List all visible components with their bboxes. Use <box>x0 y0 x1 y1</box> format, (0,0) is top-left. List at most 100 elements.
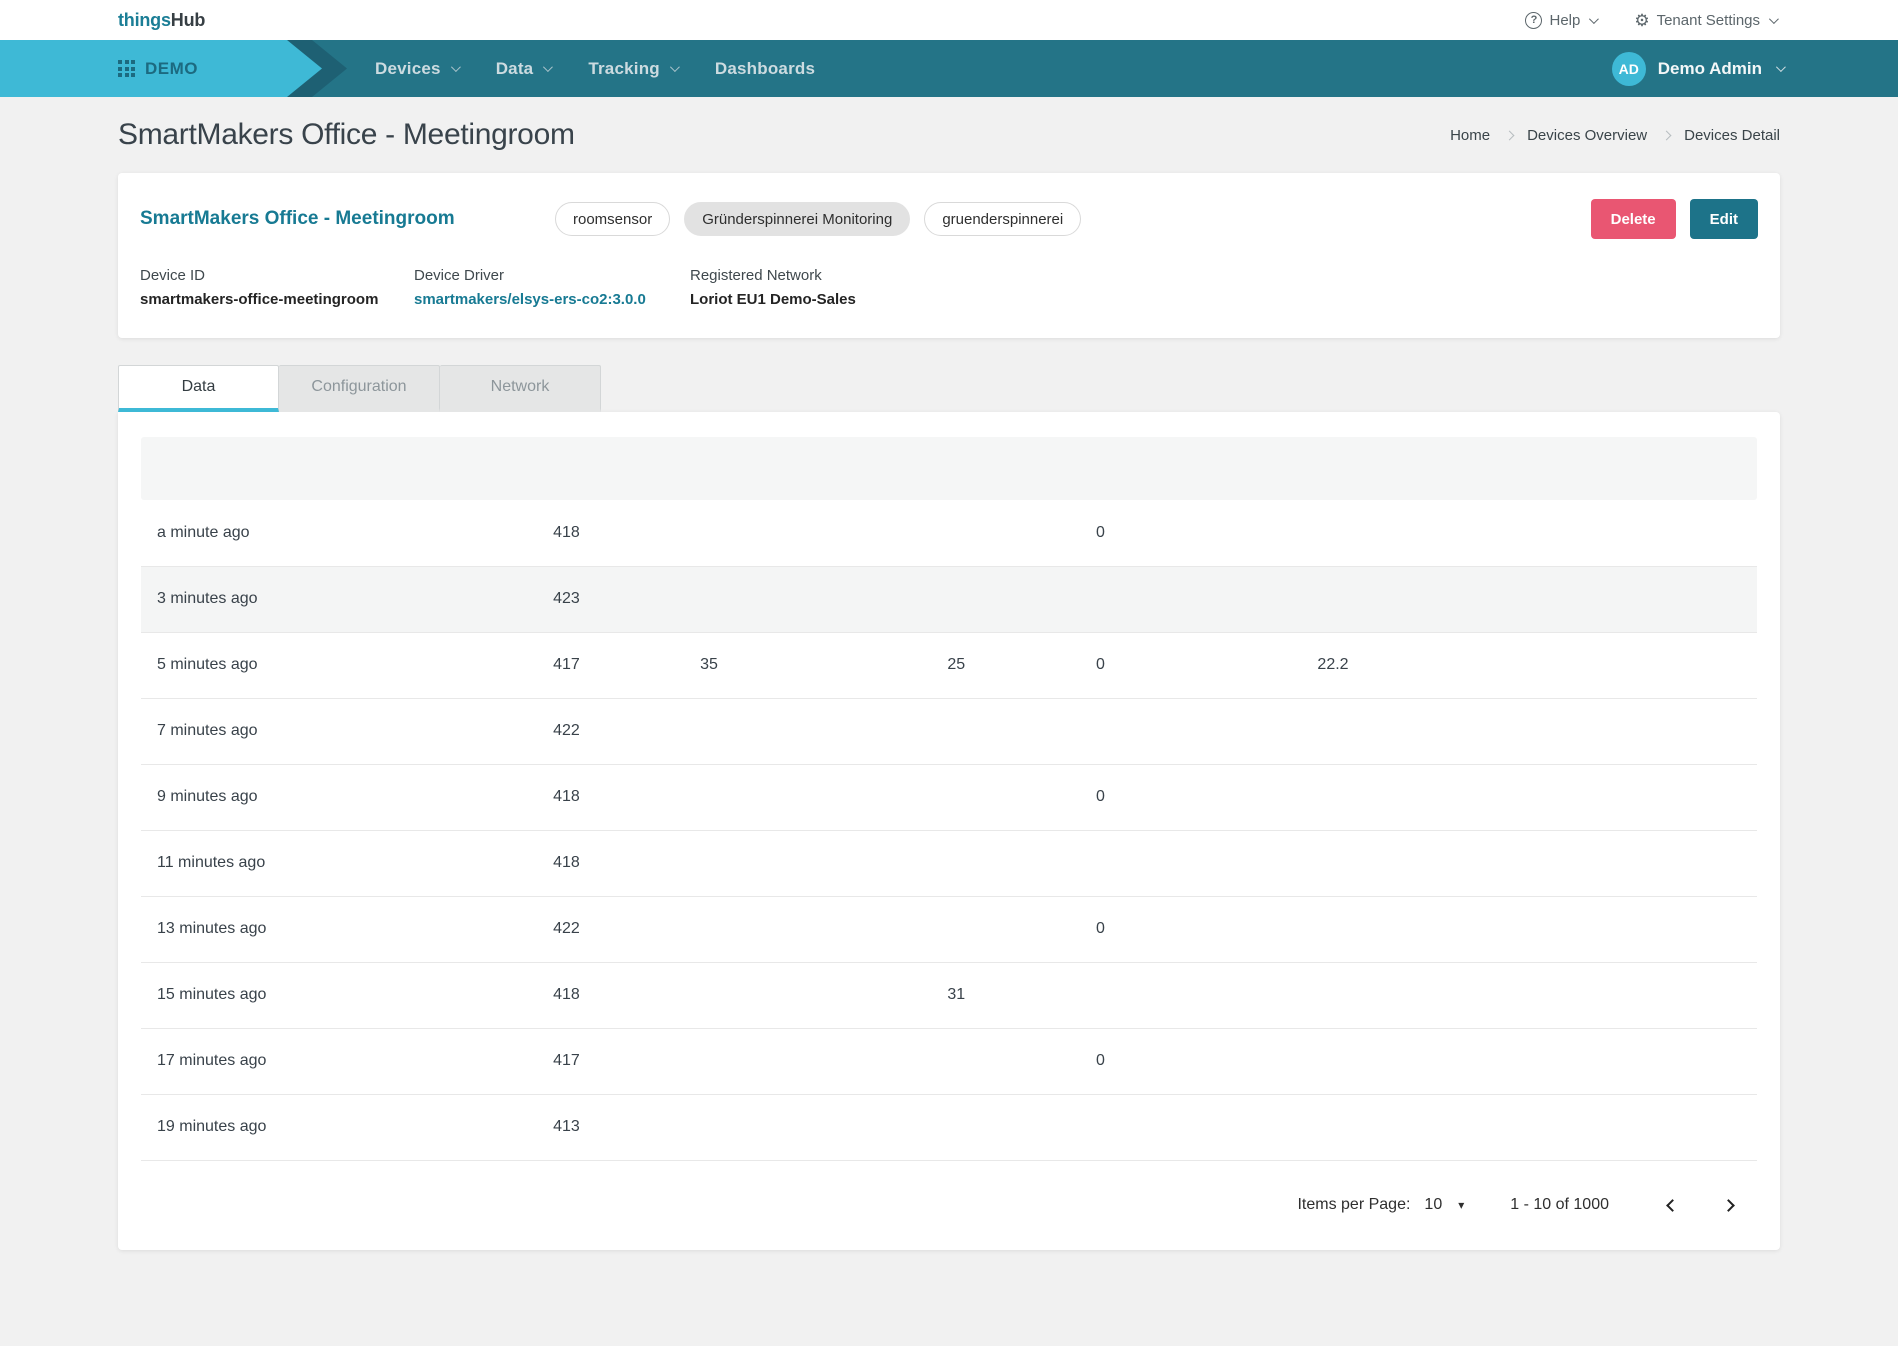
cell-value: 422 <box>553 698 700 764</box>
device-name: SmartMakers Office - Meetingroom <box>140 208 555 230</box>
cell-time: 7 minutes ago <box>141 698 553 764</box>
table-header <box>141 437 1757 500</box>
table-row[interactable]: 19 minutes ago 413 <box>141 1094 1757 1160</box>
tab-configuration[interactable]: Configuration <box>279 365 440 412</box>
user-name: Demo Admin <box>1658 59 1762 79</box>
delete-button[interactable]: Delete <box>1591 199 1676 239</box>
table-row[interactable]: 15 minutes ago 418 31 <box>141 962 1757 1028</box>
field-label: Registered Network <box>690 267 856 284</box>
tenant-settings-menu[interactable]: ⚙ Tenant Settings <box>1634 12 1776 29</box>
cell-time: 3 minutes ago <box>141 566 553 632</box>
cell-time: 5 minutes ago <box>141 632 553 698</box>
cell-value: 423 <box>553 566 700 632</box>
nav-item-label: Tracking <box>588 59 660 79</box>
cell-value: 418 <box>553 830 700 896</box>
field-label: Device Driver <box>414 267 690 284</box>
tab-data[interactable]: Data <box>118 365 279 412</box>
cell-value: 418 <box>553 764 700 830</box>
help-menu[interactable]: ? Help <box>1525 12 1596 29</box>
nav-item-label: Devices <box>375 59 441 79</box>
cell-value: 417 <box>553 632 700 698</box>
nav-items: Devices Data Tracking Dashboards <box>375 59 815 79</box>
tab-network[interactable]: Network <box>440 365 601 412</box>
device-id-value: smartmakers-office-meetingroom <box>140 291 414 308</box>
cell-value: 35 <box>700 632 947 698</box>
breadcrumb-devices-overview[interactable]: Devices Overview <box>1527 127 1647 144</box>
main-navbar: DEMO Devices Data Tracking Dashboards AD… <box>0 40 1898 97</box>
nav-item-label: Dashboards <box>715 59 815 79</box>
nav-item-tracking[interactable]: Tracking <box>588 59 677 79</box>
help-label: Help <box>1549 12 1580 29</box>
nav-item-label: Data <box>496 59 534 79</box>
page-title: SmartMakers Office - Meetingroom <box>118 118 575 152</box>
cell-time: 13 minutes ago <box>141 896 553 962</box>
cell-value <box>700 698 947 764</box>
previous-page-button[interactable] <box>1659 1192 1685 1218</box>
table-row[interactable]: 17 minutes ago 417 0 <box>141 1028 1757 1094</box>
cell-value <box>1317 1094 1757 1160</box>
tag-gruenderspinnerei[interactable]: gruenderspinnerei <box>924 202 1081 236</box>
cell-value: 0 <box>1096 764 1317 830</box>
table-row[interactable]: 13 minutes ago 422 0 <box>141 896 1757 962</box>
device-tags: roomsensor Gründerspinnerei Monitoring g… <box>555 202 1081 236</box>
tag-gruenderspinnerei-monitoring[interactable]: Gründerspinnerei Monitoring <box>684 202 910 236</box>
pagination-range: 1 - 10 of 1000 <box>1510 1196 1609 1214</box>
cell-value <box>947 896 1096 962</box>
table-row[interactable]: 9 minutes ago 418 0 <box>141 764 1757 830</box>
chevron-right-icon <box>1722 1199 1735 1212</box>
cell-value <box>1096 830 1317 896</box>
cell-value: 0 <box>1096 500 1317 566</box>
chevron-down-icon <box>543 62 553 72</box>
field-label: Device ID <box>140 267 414 284</box>
cell-value <box>1096 962 1317 1028</box>
top-bar: thingsHub ? Help ⚙ Tenant Settings <box>0 0 1898 40</box>
table-row[interactable]: 3 minutes ago 423 <box>141 566 1757 632</box>
cell-time: 11 minutes ago <box>141 830 553 896</box>
cell-value <box>700 896 947 962</box>
cell-value <box>1317 896 1757 962</box>
cell-value <box>1317 830 1757 896</box>
dropdown-triangle-icon: ▾ <box>1458 1198 1464 1212</box>
tenant-banner: DEMO <box>0 40 347 97</box>
cell-value <box>700 1094 947 1160</box>
cell-time: 17 minutes ago <box>141 1028 553 1094</box>
device-driver-link[interactable]: smartmakers/elsys-ers-co2:3.0.0 <box>414 291 690 308</box>
next-page-button[interactable] <box>1715 1192 1741 1218</box>
cell-value <box>1317 698 1757 764</box>
registered-network-value: Loriot EU1 Demo-Sales <box>690 291 856 308</box>
data-panel: a minute ago 418 0 3 minutes ago 423 5 m… <box>118 412 1780 1250</box>
tenant-name: DEMO <box>145 59 198 79</box>
chevron-down-icon <box>1769 14 1779 24</box>
pagination: Items per Page: 10 ▾ 1 - 10 of 1000 <box>141 1161 1757 1250</box>
cell-value <box>700 500 947 566</box>
user-menu[interactable]: AD Demo Admin <box>1612 52 1783 86</box>
thingshub-logo[interactable]: thingsHub <box>118 10 205 31</box>
breadcrumb-separator-icon <box>1505 130 1515 140</box>
table-row[interactable]: 7 minutes ago 422 <box>141 698 1757 764</box>
table-row[interactable]: 5 minutes ago 417 35 25 0 22.2 <box>141 632 1757 698</box>
field-registered-network: Registered Network Loriot EU1 Demo-Sales <box>690 267 856 308</box>
cell-value <box>700 962 947 1028</box>
chevron-down-icon <box>451 62 461 72</box>
tag-roomsensor[interactable]: roomsensor <box>555 202 670 236</box>
table-row[interactable]: a minute ago 418 0 <box>141 500 1757 566</box>
cell-value: 422 <box>553 896 700 962</box>
help-icon: ? <box>1525 12 1542 29</box>
cell-time: 9 minutes ago <box>141 764 553 830</box>
detail-tabs: Data Configuration Network <box>118 365 1780 412</box>
nav-item-devices[interactable]: Devices <box>375 59 458 79</box>
edit-button[interactable]: Edit <box>1690 199 1758 239</box>
breadcrumb-home[interactable]: Home <box>1450 127 1490 144</box>
logo-hub: Hub <box>171 10 205 30</box>
cell-value <box>947 698 1096 764</box>
nav-item-dashboards[interactable]: Dashboards <box>715 59 815 79</box>
apps-grid-icon <box>118 60 135 77</box>
tenant-switcher[interactable]: DEMO <box>0 40 322 97</box>
table-row[interactable]: 11 minutes ago 418 <box>141 830 1757 896</box>
items-per-page-select[interactable]: 10 ▾ <box>1424 1196 1464 1214</box>
cell-value: 0 <box>1096 896 1317 962</box>
nav-item-data[interactable]: Data <box>496 59 551 79</box>
cell-value <box>1317 764 1757 830</box>
cell-value <box>947 1094 1096 1160</box>
cell-value: 22.2 <box>1317 632 1757 698</box>
